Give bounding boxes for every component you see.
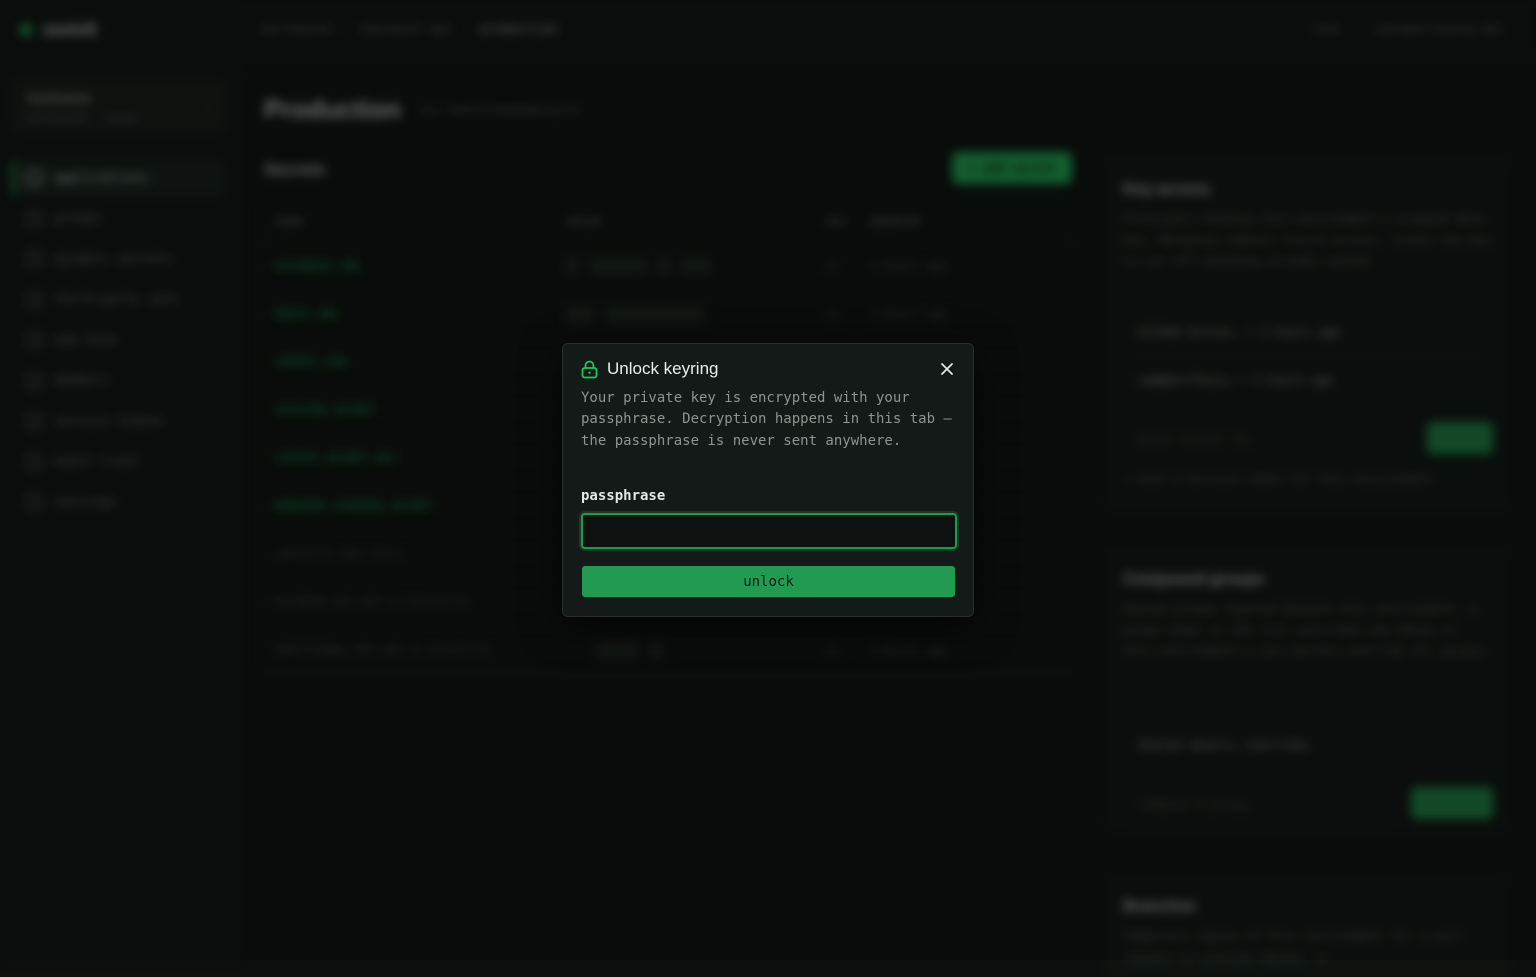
passphrase-input[interactable]: [581, 513, 957, 549]
close-button[interactable]: [935, 357, 959, 381]
unlock-keyring-dialog: Unlock keyring Your private key is encry…: [562, 343, 974, 617]
dialog-header: Unlock keyring: [581, 359, 719, 379]
lock-icon: [581, 360, 598, 378]
close-icon: [941, 363, 953, 375]
dialog-title: Unlock keyring: [607, 359, 719, 378]
dialog-description: Your private key is encrypted with your …: [581, 390, 952, 449]
unlock-button[interactable]: unlock: [582, 566, 955, 597]
passphrase-label: passphrase: [581, 488, 666, 504]
